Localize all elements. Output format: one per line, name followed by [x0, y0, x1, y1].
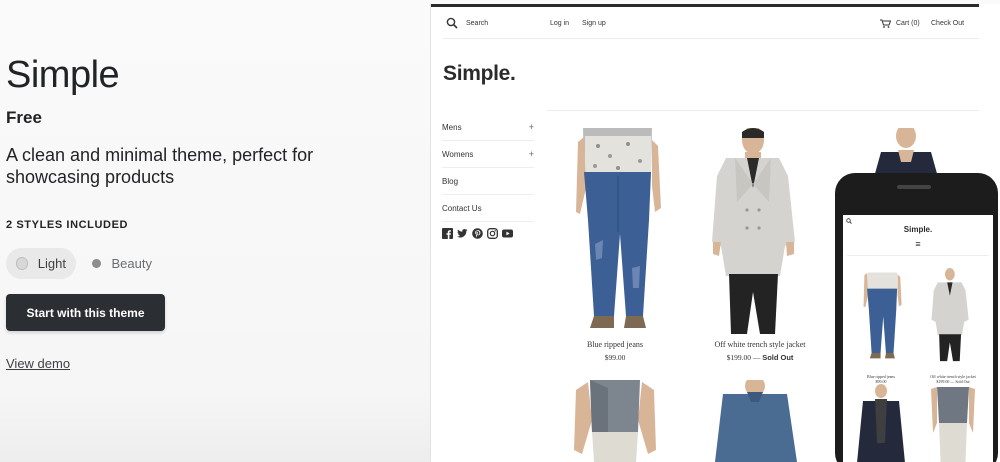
product-image-jacket[interactable]: [693, 126, 827, 334]
product-card-jeans[interactable]: Blue ripped jeans $99.00: [548, 128, 682, 362]
product-price-value: $99.00: [604, 353, 626, 362]
product-price-value: $199.00 —: [726, 353, 761, 362]
view-demo-link[interactable]: View demo: [6, 356, 70, 371]
phone-screen: Simple. ≡ Blue ripped jeans $99.00 Off w…: [843, 215, 993, 462]
phone-product-image-navy-jacket[interactable]: [851, 383, 911, 462]
search-icon[interactable]: [846, 218, 852, 224]
product-image-jacket[interactable]: [923, 263, 983, 367]
style-option-label: Light: [37, 256, 66, 271]
cart-icon[interactable]: [880, 19, 891, 28]
twitter-icon[interactable]: [457, 228, 468, 239]
product-name[interactable]: Blue ripped jeans: [548, 340, 682, 349]
instagram-icon[interactable]: [487, 228, 498, 239]
sidebar-item-blog[interactable]: Blog: [442, 168, 534, 195]
expand-icon[interactable]: +: [529, 149, 534, 159]
product-card-vest[interactable]: [548, 380, 682, 462]
store-brand[interactable]: Simple.: [443, 62, 516, 86]
store-search-link[interactable]: Search: [466, 20, 488, 27]
style-option-light[interactable]: Light: [6, 248, 76, 279]
search-icon[interactable]: [446, 17, 458, 29]
store-signup-link[interactable]: Sign up: [582, 20, 606, 27]
product-image-denim-shirt[interactable]: [693, 376, 827, 462]
phone-product-jeans[interactable]: Blue ripped jeans $99.00: [851, 263, 911, 384]
phone-speaker: [897, 185, 931, 189]
store-header: Search Log in Sign up Cart (0) Check Out: [443, 9, 979, 39]
product-card-jacket[interactable]: Off white trench style jacket $199.00 — …: [693, 126, 827, 362]
store-cart-link[interactable]: Cart (0): [896, 20, 920, 27]
product-card-denim-shirt[interactable]: [693, 376, 827, 462]
product-name[interactable]: Off white trench style jacket: [693, 340, 827, 349]
theme-title: Simple: [6, 54, 120, 96]
sidebar-item-label: Mens: [442, 122, 462, 132]
light-swatch-icon: [16, 257, 28, 270]
phone-mockup: Simple. ≡ Blue ripped jeans $99.00 Off w…: [835, 173, 998, 462]
theme-price: Free: [6, 108, 42, 127]
sidebar-item-womens[interactable]: Womens +: [442, 141, 534, 168]
sidebar-item-label: Contact Us: [442, 203, 482, 213]
social-links: [442, 228, 513, 239]
product-image-jeans[interactable]: [851, 263, 911, 367]
sidebar-item-contact-us[interactable]: Contact Us: [442, 195, 534, 222]
product-image-vest[interactable]: [548, 380, 682, 462]
pinterest-icon[interactable]: [472, 228, 483, 239]
product-price: $199.00 — Sold Out: [693, 353, 827, 362]
style-option-beauty[interactable]: Beauty: [82, 248, 162, 279]
phone-divider: [847, 255, 989, 256]
expand-icon[interactable]: +: [529, 122, 534, 132]
sidebar-item-label: Womens: [442, 149, 474, 159]
product-price: $99.00: [548, 353, 682, 362]
content-divider: [547, 110, 979, 111]
store-sidebar-nav: Mens + Womens + Blog Contact Us: [442, 114, 534, 222]
youtube-icon[interactable]: [502, 228, 513, 239]
sidebar-item-mens[interactable]: Mens +: [442, 114, 534, 141]
phone-product-image-vest[interactable]: [923, 383, 983, 462]
preview-top-border: [431, 4, 979, 7]
beauty-swatch-icon: [92, 259, 101, 268]
styles-heading: 2 STYLES INCLUDED: [6, 219, 129, 231]
sold-out-badge: Sold Out: [762, 353, 794, 362]
sidebar-item-label: Blog: [442, 176, 459, 186]
style-option-label: Beauty: [111, 256, 152, 271]
phone-brand[interactable]: Simple.: [843, 225, 993, 234]
theme-description: A clean and minimal theme, perfect for s…: [6, 145, 314, 187]
phone-product-jacket[interactable]: Off white trench style jacket $199.00 — …: [923, 263, 983, 384]
start-with-theme-button[interactable]: Start with this theme: [6, 294, 165, 331]
product-image-jeans[interactable]: [548, 128, 682, 334]
store-checkout-link[interactable]: Check Out: [931, 20, 964, 27]
hamburger-menu-icon[interactable]: ≡: [843, 239, 993, 249]
facebook-icon[interactable]: [442, 228, 453, 239]
store-login-link[interactable]: Log in: [550, 20, 569, 27]
